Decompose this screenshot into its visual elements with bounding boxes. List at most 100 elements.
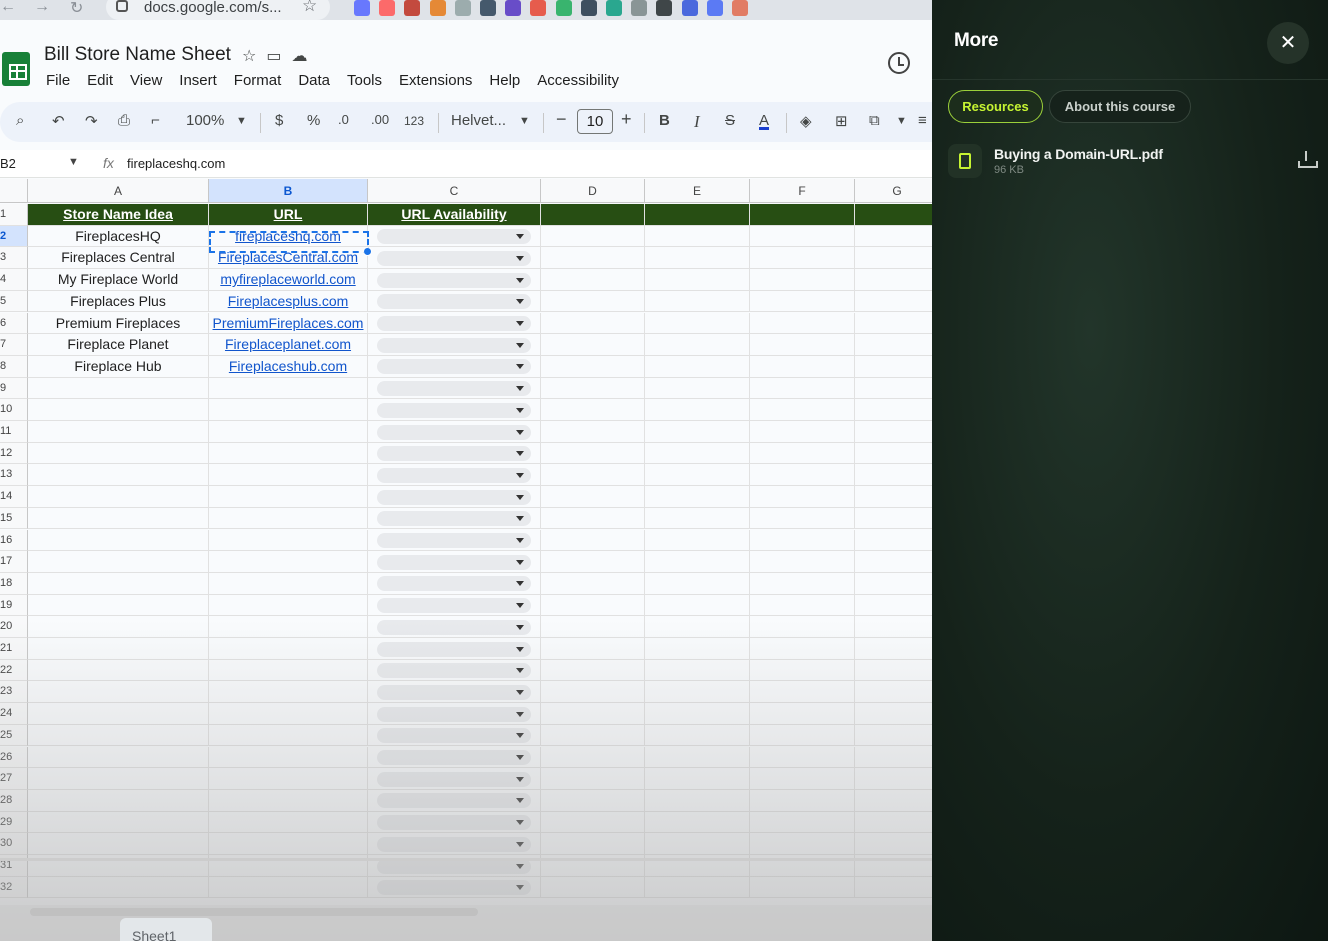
cell-f11[interactable]	[750, 421, 855, 443]
cell-e24[interactable]	[645, 703, 750, 725]
cell-b12[interactable]	[209, 442, 368, 465]
cell-e18[interactable]	[645, 572, 750, 595]
redo-icon[interactable]: ↷	[85, 112, 98, 130]
cell-f6[interactable]	[750, 312, 855, 335]
cell-a9[interactable]	[28, 377, 209, 400]
cell-b28[interactable]	[209, 789, 368, 812]
column-header-a[interactable]: A	[28, 179, 209, 203]
row-header[interactable]: 25	[0, 724, 28, 747]
cell-b11[interactable]	[209, 421, 368, 443]
font-size-decrease-button[interactable]: −	[556, 109, 567, 130]
availability-dropdown[interactable]	[377, 229, 531, 245]
availability-dropdown[interactable]	[377, 663, 531, 679]
cell-b18[interactable]	[209, 572, 368, 595]
cell-f14[interactable]	[750, 486, 855, 508]
row-header[interactable]: 4	[0, 269, 28, 291]
cell-e12[interactable]	[645, 442, 750, 465]
cell-f23[interactable]	[750, 681, 855, 704]
cell-d5[interactable]	[541, 290, 645, 313]
menu-accessibility[interactable]: Accessibility	[537, 72, 619, 89]
row-header[interactable]: 27	[0, 768, 28, 790]
cell-e21[interactable]	[645, 638, 750, 660]
font-caret-icon[interactable]: ▼	[519, 115, 530, 127]
url-link[interactable]: Fireplaceplanet.com	[225, 336, 351, 352]
cell-d9[interactable]	[541, 377, 645, 400]
cell-d30[interactable]	[541, 833, 645, 855]
availability-dropdown[interactable]	[377, 619, 531, 635]
cell-d18[interactable]	[541, 572, 645, 595]
availability-dropdown[interactable]	[377, 424, 531, 440]
cloud-status-icon[interactable]: ☁	[291, 48, 317, 65]
availability-dropdown[interactable]	[377, 359, 531, 375]
menu-tools[interactable]: Tools	[347, 72, 382, 89]
reload-icon[interactable]: ↻	[70, 0, 83, 18]
extension-icon[interactable]	[505, 0, 522, 16]
cell-g26[interactable]	[855, 747, 932, 769]
column-header-f[interactable]: F	[750, 179, 855, 203]
cell-f7[interactable]	[750, 334, 855, 356]
cell-d13[interactable]	[541, 464, 645, 487]
availability-dropdown[interactable]	[377, 706, 531, 722]
cell-d25[interactable]	[541, 724, 645, 747]
cell-f22[interactable]	[750, 659, 855, 682]
availability-dropdown[interactable]	[377, 684, 531, 700]
cell-a12[interactable]	[28, 442, 209, 465]
cell-g16[interactable]	[855, 530, 932, 552]
row-header[interactable]: 18	[0, 572, 28, 595]
version-history-icon[interactable]	[888, 52, 910, 74]
cell-f3[interactable]	[750, 247, 855, 270]
cell-d22[interactable]	[541, 659, 645, 682]
cell-b27[interactable]	[209, 768, 368, 790]
availability-dropdown[interactable]	[377, 402, 531, 418]
cell-d16[interactable]	[541, 529, 645, 552]
cell-d10[interactable]	[541, 399, 645, 421]
availability-dropdown[interactable]	[377, 880, 531, 896]
cell-e14[interactable]	[645, 486, 750, 508]
cell-a5[interactable]: Fireplaces Plus	[28, 290, 209, 313]
cell-d17[interactable]	[541, 551, 645, 573]
cell-b8[interactable]: Fireplaceshub.com	[209, 355, 368, 378]
availability-dropdown[interactable]	[377, 836, 531, 852]
row-header[interactable]: 2	[0, 225, 28, 248]
cell-a18[interactable]	[28, 572, 209, 595]
cell-e5[interactable]	[645, 290, 750, 313]
row-header[interactable]: 29	[0, 811, 28, 834]
row-header[interactable]: 22	[0, 659, 28, 682]
borders-icon[interactable]: ⊞	[835, 112, 848, 130]
availability-dropdown[interactable]	[377, 511, 531, 527]
extension-icon[interactable]	[681, 0, 698, 16]
cell-b15[interactable]	[209, 507, 368, 530]
cell-f21[interactable]	[750, 638, 855, 660]
row-header[interactable]: 19	[0, 594, 28, 617]
font-size-increase-button[interactable]: +	[621, 109, 632, 130]
sheets-logo-icon[interactable]	[2, 52, 30, 86]
row-header[interactable]: 16	[0, 529, 28, 552]
cell-d21[interactable]	[541, 638, 645, 660]
row-header[interactable]: 28	[0, 789, 28, 812]
cell-g15[interactable]	[855, 508, 932, 530]
cell-e2[interactable]	[645, 225, 750, 248]
row-header[interactable]: 13	[0, 464, 28, 487]
row-header[interactable]: 26	[0, 746, 28, 769]
cell-f27[interactable]	[750, 768, 855, 790]
cell-b1[interactable]: URL	[209, 204, 368, 226]
extension-icon[interactable]	[732, 0, 748, 16]
cell-d3[interactable]	[541, 247, 645, 270]
cell-b5[interactable]: Fireplacesplus.com	[209, 290, 368, 313]
cell-a21[interactable]	[28, 638, 209, 660]
cell-f4[interactable]	[750, 269, 855, 291]
menu-edit[interactable]: Edit	[87, 72, 113, 89]
extension-icon[interactable]	[480, 0, 496, 16]
resource-name[interactable]: Buying a Domain-URL.pdf	[994, 146, 1163, 162]
cell-d2[interactable]	[541, 225, 645, 248]
row-header[interactable]: 24	[0, 703, 28, 725]
cell-b7[interactable]: Fireplaceplanet.com	[209, 334, 368, 356]
cell-e4[interactable]	[645, 269, 750, 291]
cell-a32[interactable]	[28, 876, 209, 899]
fill-color-icon[interactable]: ◈	[800, 112, 812, 130]
extension-icon[interactable]	[379, 0, 396, 16]
cell-a28[interactable]	[28, 789, 209, 812]
cell-g22[interactable]	[855, 660, 932, 682]
cell-e16[interactable]	[645, 529, 750, 552]
cell-e1[interactable]	[645, 204, 750, 226]
